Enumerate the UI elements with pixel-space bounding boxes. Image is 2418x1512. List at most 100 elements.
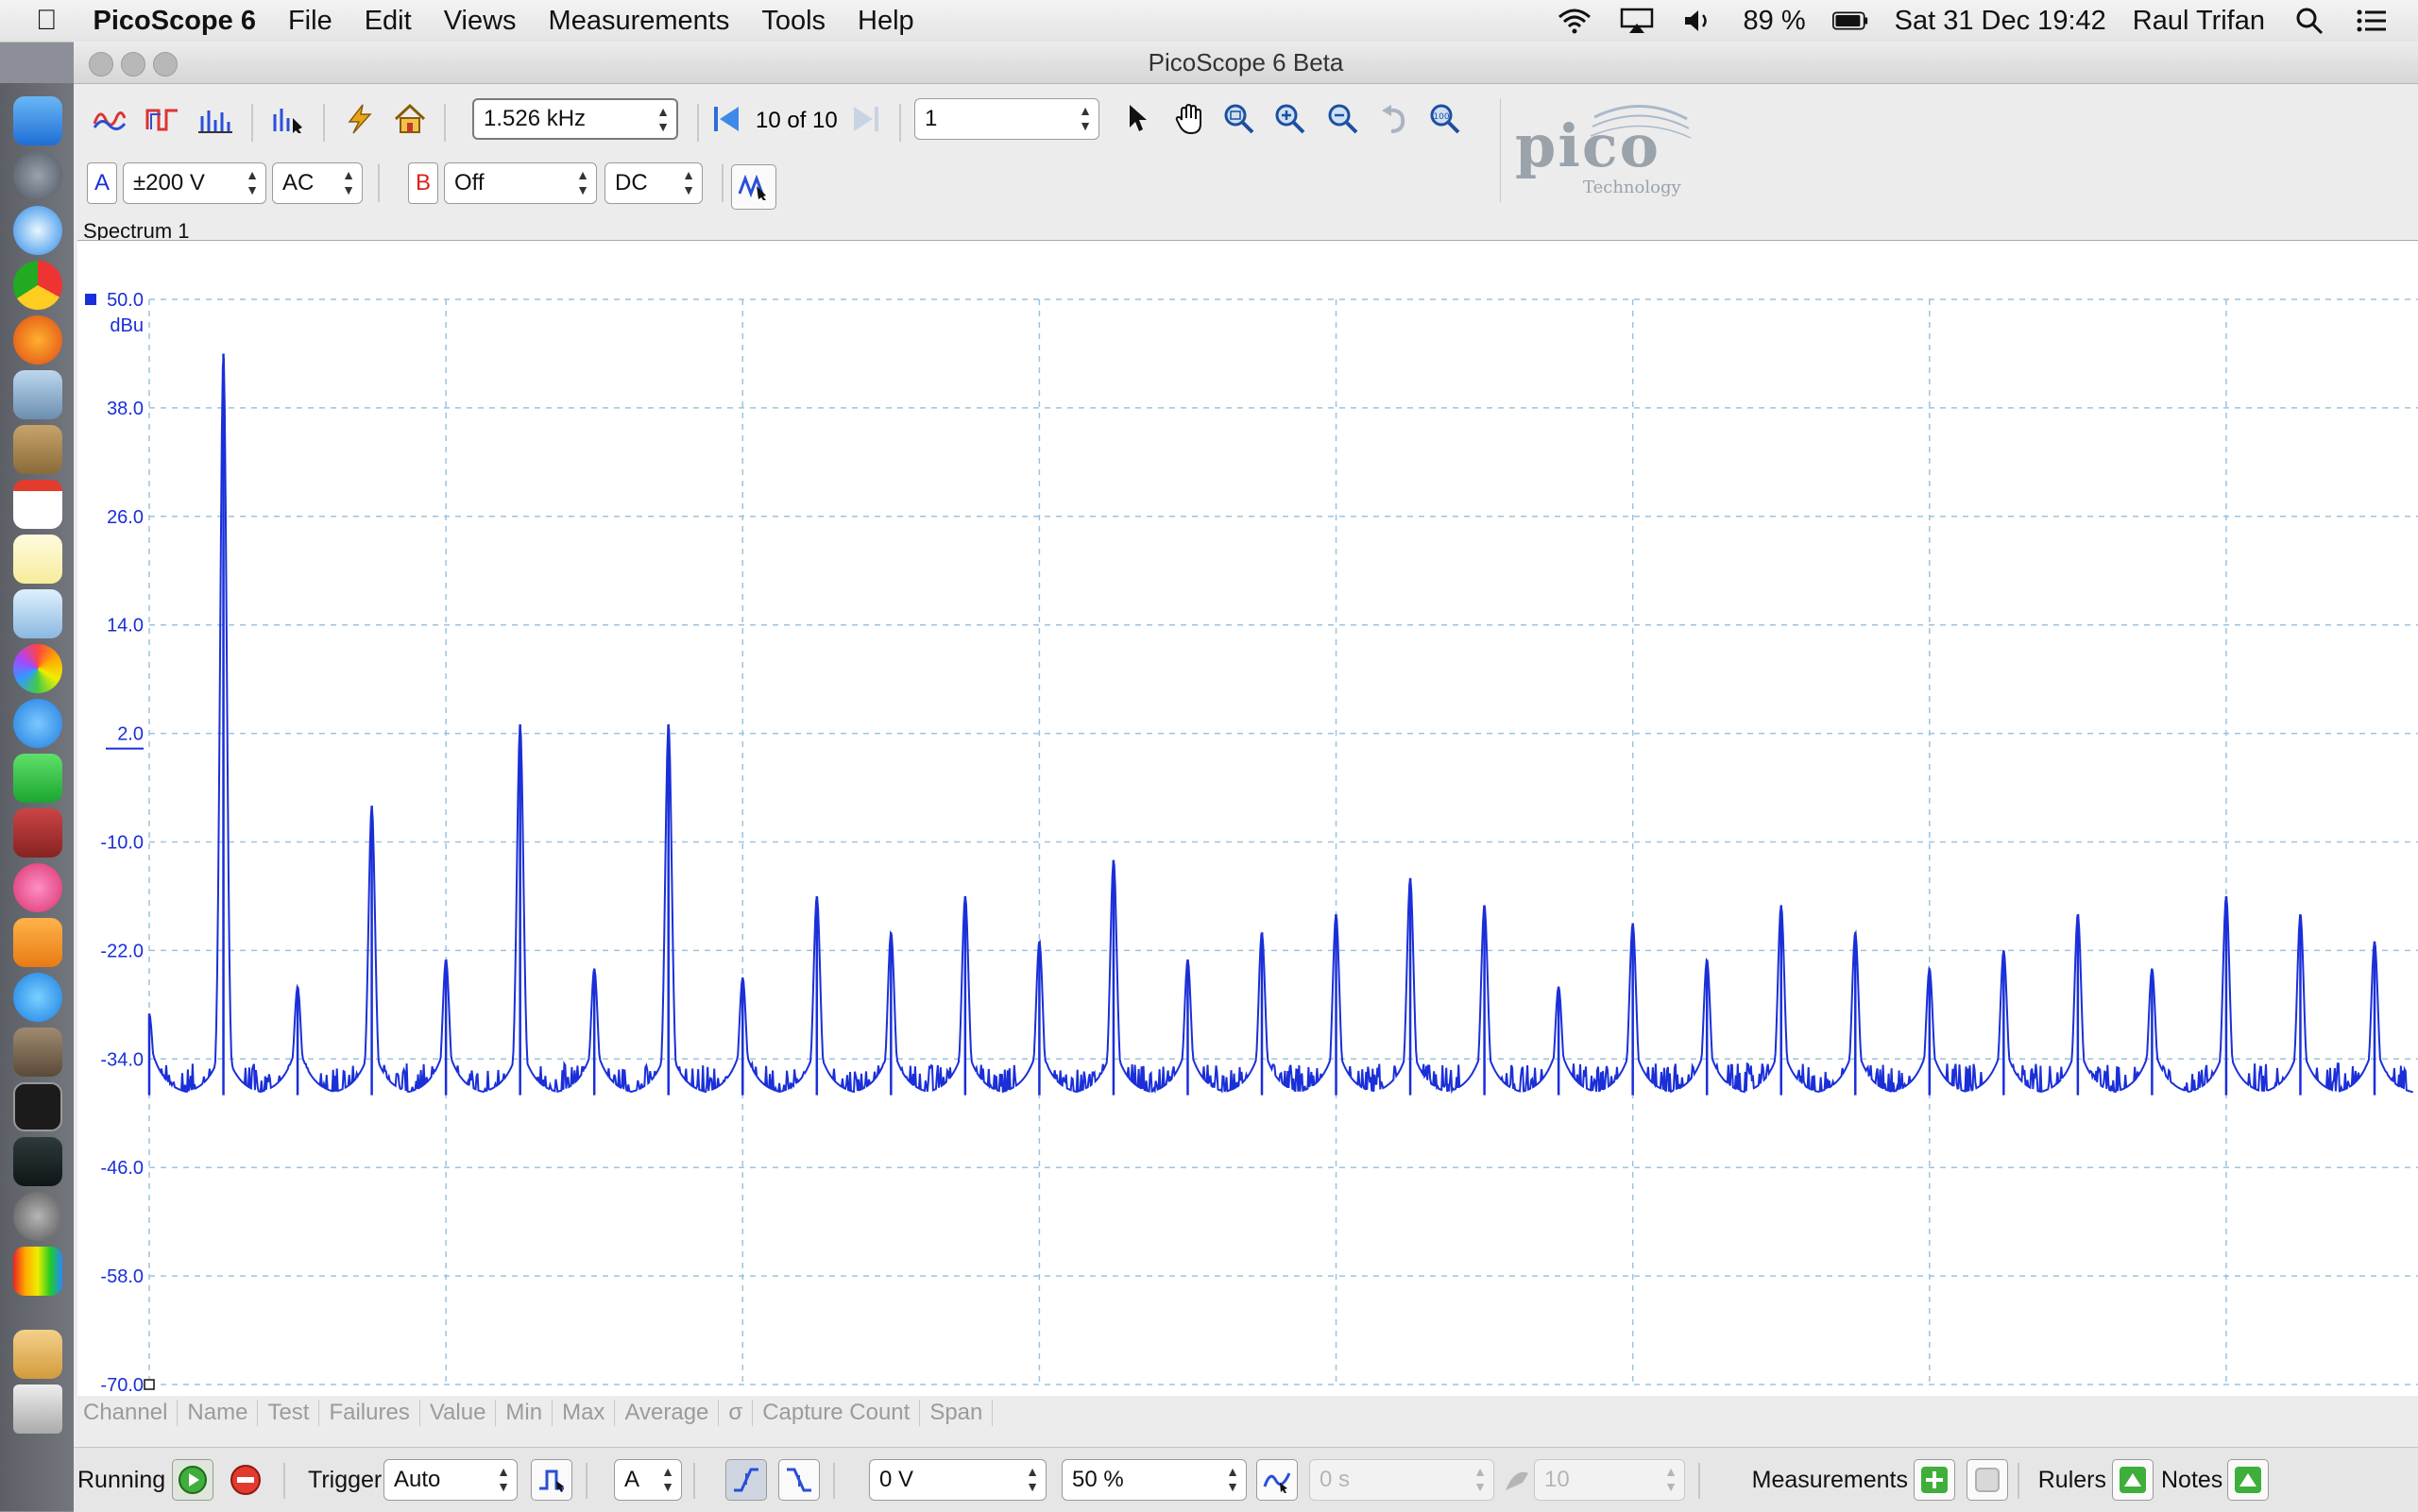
measurement-column-header[interactable]: Test [258,1400,320,1426]
calendar-icon[interactable] [13,480,62,529]
close-window-button[interactable] [89,52,113,76]
post-trigger-delay-button[interactable] [1256,1459,1298,1501]
terminal-icon[interactable] [13,1082,62,1131]
apple-icon[interactable]:  [36,5,58,37]
channel-options-icon[interactable] [731,164,776,210]
edit-measurement-button[interactable] [1967,1459,2008,1501]
pre-trigger-spinner-icon[interactable]: ▲ ▼ [1223,1464,1242,1496]
battery-icon[interactable] [1831,7,1868,35]
measurement-column-header[interactable]: Min [496,1400,553,1426]
itunes-icon[interactable] [13,863,62,912]
menu-help[interactable]: Help [858,6,914,37]
channel-a-coupling-spinner-icon[interactable]: ▲ ▼ [339,167,358,199]
channel-b-coupling-select[interactable]: DC ▲ ▼ [604,162,703,204]
menu-edit[interactable]: Edit [365,6,412,37]
menu-tools[interactable]: Tools [761,6,826,37]
volume-icon[interactable] [1681,7,1717,35]
spectrum-mode-icon[interactable] [195,98,236,140]
channel-b-range-spinner-icon[interactable]: ▲ ▼ [573,167,592,199]
measurement-column-header[interactable]: Channel [74,1400,179,1426]
capture-count-spinner-icon[interactable]: ▲ ▼ [1076,103,1095,135]
activity-monitor-icon[interactable] [13,1137,62,1186]
channel-a-label[interactable]: A [87,162,117,204]
clock[interactable]: Sat 31 Dec 19:42 [1895,6,2106,37]
rulers-settings-button[interactable] [2112,1459,2154,1501]
spotlight-search-icon[interactable] [2291,7,2327,35]
trigger-threshold-spinner-icon[interactable]: ▲ ▼ [1023,1464,1042,1496]
measurement-column-header[interactable]: Max [553,1400,616,1426]
trigger-mode-spinner-icon[interactable]: ▲ ▼ [494,1464,513,1496]
measurement-column-header[interactable]: Average [615,1400,720,1426]
run-button[interactable] [172,1459,213,1501]
trigger-mode-select[interactable]: Auto ▲ ▼ [383,1459,518,1501]
photos-icon[interactable] [13,644,62,693]
pointer-tool-icon[interactable] [1116,98,1158,140]
falling-edge-button[interactable] [778,1459,820,1501]
hand-pan-tool-icon[interactable] [1169,98,1211,140]
menu-measurements[interactable]: Measurements [549,6,730,37]
airplay-icon[interactable] [1619,7,1655,35]
measurement-column-header[interactable]: Failures [319,1400,420,1426]
auto-setup-icon[interactable] [338,98,380,140]
channel-a-coupling-select[interactable]: AC ▲ ▼ [272,162,363,204]
channel-b-coupling-spinner-icon[interactable]: ▲ ▼ [679,167,698,199]
wifi-icon[interactable] [1557,7,1592,35]
frequency-range-select[interactable]: 1.526 kHz ▲ ▼ [472,98,678,140]
rising-edge-button[interactable] [725,1459,767,1501]
menu-file[interactable]: File [288,6,332,37]
stop-button[interactable] [225,1459,266,1501]
undo-zoom-icon[interactable] [1373,98,1415,140]
launchpad-icon[interactable] [13,151,62,200]
minimize-window-button[interactable] [121,52,145,76]
measurement-column-header[interactable]: Capture Count [753,1400,921,1426]
advanced-trigger-button[interactable] [531,1459,572,1501]
firefox-icon[interactable] [13,315,62,365]
calculator-icon[interactable] [13,1028,62,1077]
scope-mode-icon[interactable] [89,98,130,140]
trigger-channel-select[interactable]: A ▲ ▼ [614,1459,682,1501]
app-store-icon[interactable] [13,973,62,1022]
trigger-threshold-input[interactable]: 0 V ▲ ▼ [869,1459,1047,1501]
spectrum-options-icon[interactable] [266,98,308,140]
finder-icon[interactable] [13,96,62,145]
zoom-out-icon[interactable] [1322,98,1364,140]
user-name[interactable]: Raul Trifan [2133,6,2265,37]
frequency-spinner-icon[interactable]: ▲ ▼ [654,104,673,136]
next-buffer-icon[interactable] [844,98,886,140]
ibooks-icon[interactable] [13,918,62,967]
facetime-icon[interactable] [13,754,62,803]
trash-icon[interactable] [13,1385,62,1434]
hold-off-spinner-icon[interactable]: ▲ ▼ [1661,1464,1680,1496]
channel-a-range-spinner-icon[interactable]: ▲ ▼ [243,167,262,199]
preview-icon[interactable] [13,370,62,419]
previous-buffer-icon[interactable] [707,98,748,140]
safari-icon[interactable] [13,206,62,255]
default-setup-home-icon[interactable] [389,98,431,140]
zoom-to-fit-icon[interactable]: 100 [1424,98,1466,140]
system-preferences-icon[interactable] [13,1192,62,1241]
menu-views[interactable]: Views [444,6,517,37]
capture-count-input[interactable]: 1 ▲ ▼ [914,98,1099,140]
messages-icon[interactable] [13,699,62,748]
zoom-window-tool-icon[interactable] [1218,98,1260,140]
channel-b-label[interactable]: B [408,162,438,204]
notes-button[interactable] [2227,1459,2269,1501]
downloads-folder-icon[interactable] [13,1330,62,1379]
channel-a-range-select[interactable]: ±200 V ▲ ▼ [123,162,266,204]
contacts-icon[interactable] [13,425,62,474]
channel-b-range-select[interactable]: Off ▲ ▼ [444,162,597,204]
app-menu[interactable]: PicoScope 6 [94,6,256,37]
pre-trigger-input[interactable]: 50 % ▲ ▼ [1062,1459,1247,1501]
measurement-column-header[interactable]: Span [920,1400,994,1426]
notification-center-icon[interactable] [2354,7,2390,35]
chrome-icon[interactable] [13,261,62,310]
add-measurement-button[interactable] [1914,1459,1955,1501]
notes-icon[interactable] [13,535,62,584]
measurement-column-header[interactable]: Value [420,1400,497,1426]
persistence-mode-icon[interactable] [142,98,183,140]
measurement-column-header[interactable]: σ [719,1400,754,1426]
trigger-channel-spinner-icon[interactable]: ▲ ▼ [658,1464,677,1496]
photo-booth-icon[interactable] [13,808,62,858]
zoom-window-button[interactable] [153,52,178,76]
trigger-delay-input[interactable]: 0 s ▲ ▼ [1309,1459,1494,1501]
